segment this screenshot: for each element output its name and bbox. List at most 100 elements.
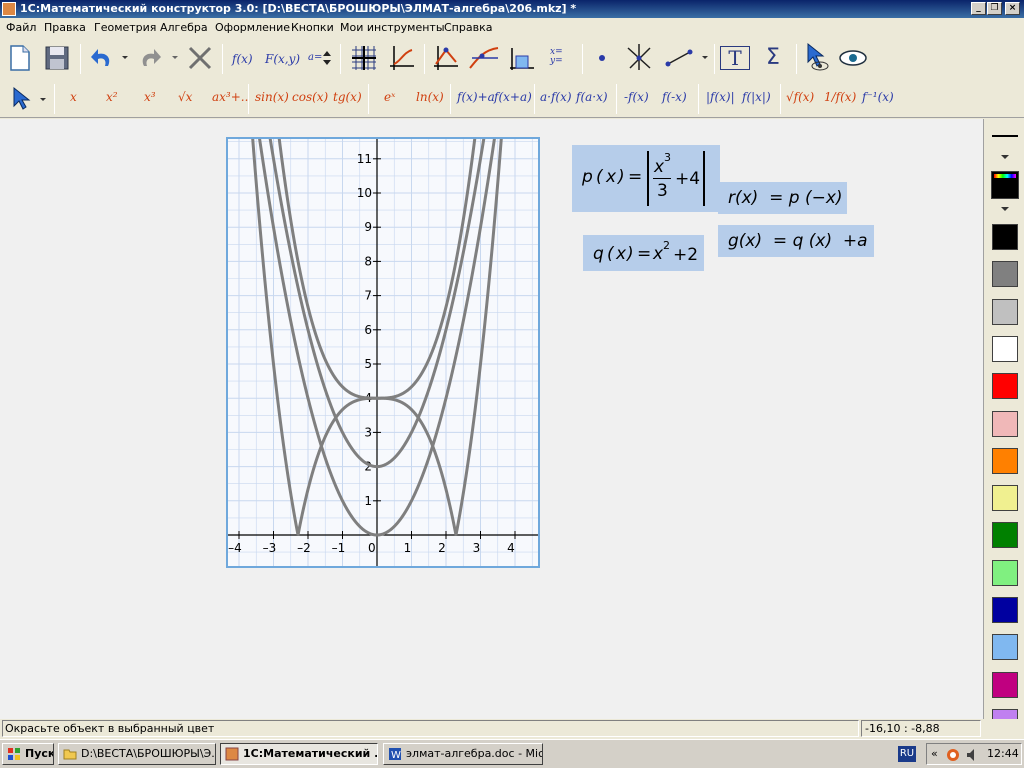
square-function-button[interactable]: x² bbox=[106, 90, 118, 104]
close-button[interactable]: × bbox=[1005, 2, 1020, 15]
minimize-button[interactable]: _ bbox=[971, 2, 986, 15]
abs-function-button[interactable]: |f(x)| bbox=[706, 90, 735, 104]
color-swatch[interactable] bbox=[992, 522, 1018, 549]
save-icon[interactable] bbox=[44, 44, 70, 72]
sigma-icon[interactable]: Σ bbox=[760, 44, 786, 70]
formula-p-lhs-paren-close: ) bbox=[618, 167, 625, 187]
color-swatch[interactable] bbox=[992, 559, 1018, 586]
menu-format[interactable]: Оформление bbox=[215, 21, 290, 34]
restore-button[interactable]: ❐ bbox=[987, 2, 1002, 15]
tan-function-button[interactable]: tg(x) bbox=[333, 90, 362, 104]
delete-icon[interactable] bbox=[186, 44, 214, 72]
redo-icon[interactable] bbox=[136, 46, 164, 72]
menu-algebra[interactable]: Алгебра bbox=[160, 21, 208, 34]
shift-up-button[interactable]: f(x)+a bbox=[457, 90, 495, 104]
y-tick-label: 7 bbox=[364, 289, 372, 303]
function-button[interactable]: f(x) bbox=[232, 52, 253, 66]
color-dropdown-icon[interactable] bbox=[1000, 205, 1010, 213]
implicit-function-button[interactable]: F(x,y) bbox=[265, 52, 300, 66]
color-swatch[interactable] bbox=[992, 597, 1018, 623]
abs-bar-left bbox=[647, 151, 649, 206]
menu-file[interactable]: Файл bbox=[6, 21, 36, 34]
language-indicator[interactable]: RU bbox=[898, 746, 916, 762]
task-explorer[interactable]: D:\ВЕСТА\БРОШЮРЫ\Э... bbox=[58, 743, 216, 765]
segment-dropdown-icon[interactable] bbox=[700, 52, 710, 62]
color-swatch[interactable] bbox=[992, 261, 1018, 288]
integral-area-icon[interactable] bbox=[508, 44, 536, 72]
text-tool-icon[interactable]: T bbox=[720, 46, 750, 70]
line-width-dropdown-icon[interactable] bbox=[1000, 153, 1010, 161]
toolbar-separator bbox=[714, 44, 715, 74]
sqrt-of-function-button[interactable]: √f(x) bbox=[786, 90, 814, 104]
shift-left-button[interactable]: f(x+a) bbox=[494, 90, 532, 104]
x-tick-label: –1 bbox=[332, 541, 346, 555]
color-swatch[interactable] bbox=[992, 485, 1018, 512]
cube-function-button[interactable]: x³ bbox=[144, 90, 156, 104]
task-math-constructor[interactable]: 1С:Математический ... bbox=[220, 743, 378, 765]
color-swatch[interactable] bbox=[992, 224, 1018, 250]
redo-dropdown-icon[interactable] bbox=[170, 52, 180, 62]
polynomial-function-button[interactable]: ax³+.. bbox=[212, 90, 248, 104]
task-word[interactable]: W элмат-алгебра.doc - Mic... bbox=[383, 743, 543, 765]
tray-expand-icon[interactable]: « bbox=[931, 747, 938, 760]
tangent-icon[interactable] bbox=[468, 44, 500, 72]
formula-r[interactable]: r(x) = p (−x) bbox=[718, 182, 847, 214]
formula-q[interactable]: q ( x ) = x 2 +2 bbox=[583, 235, 704, 271]
menu-edit[interactable]: Правка bbox=[44, 21, 86, 34]
formula-p[interactable]: p ( x ) = x 3 3 +4 bbox=[572, 145, 720, 212]
current-color-picker[interactable] bbox=[991, 171, 1019, 199]
intersection-icon[interactable] bbox=[624, 42, 654, 72]
menu-help[interactable]: Справка bbox=[444, 21, 492, 34]
ln-function-button[interactable]: ln(x) bbox=[416, 90, 444, 104]
color-swatch[interactable] bbox=[992, 634, 1018, 661]
sqrt-function-button[interactable]: √x bbox=[178, 90, 192, 104]
menu-geometry[interactable]: Геометрия bbox=[94, 21, 156, 34]
menu-buttons[interactable]: Кнопки bbox=[291, 21, 334, 34]
color-swatch[interactable] bbox=[992, 447, 1018, 474]
formula-g[interactable]: g(x) = q (x) +a bbox=[718, 225, 874, 257]
speaker-icon[interactable] bbox=[965, 747, 981, 763]
select-dropdown-icon[interactable] bbox=[38, 94, 48, 104]
undo-icon[interactable] bbox=[88, 46, 116, 72]
coordinate-axes-icon[interactable] bbox=[388, 44, 416, 72]
y-tick-label: 8 bbox=[364, 254, 372, 268]
segment-icon[interactable] bbox=[664, 46, 696, 70]
fraction-bar bbox=[653, 178, 671, 179]
color-swatch[interactable] bbox=[992, 298, 1018, 325]
grid-icon[interactable] bbox=[350, 44, 378, 72]
eye-icon[interactable] bbox=[838, 46, 868, 70]
abs-bar-right bbox=[703, 151, 705, 206]
start-button[interactable]: Пуск bbox=[2, 743, 54, 765]
parametric-button[interactable]: x= y= bbox=[550, 48, 563, 66]
menu-my-tools[interactable]: Мои инструменты bbox=[340, 21, 445, 34]
color-swatch[interactable] bbox=[992, 410, 1018, 437]
color-swatch[interactable] bbox=[992, 335, 1018, 362]
status-message: Окрасьте объект в выбранный цвет bbox=[2, 720, 859, 737]
abs-argument-button[interactable]: f(|x|) bbox=[742, 90, 771, 104]
new-file-icon[interactable] bbox=[8, 44, 32, 72]
undo-dropdown-icon[interactable] bbox=[120, 52, 130, 62]
parameter-button[interactable]: a= bbox=[308, 52, 322, 63]
line-width-sample[interactable] bbox=[992, 135, 1018, 137]
spinner-icon[interactable] bbox=[322, 50, 332, 66]
inverse-function-button[interactable]: f⁻¹(x) bbox=[862, 90, 894, 104]
reciprocal-function-button[interactable]: 1/f(x) bbox=[824, 90, 856, 104]
formula-p-numerator: x bbox=[654, 157, 665, 177]
reflect-x-button[interactable]: -f(x) bbox=[624, 90, 649, 104]
show-hide-cursor-icon[interactable] bbox=[804, 42, 830, 72]
tray-app-icon[interactable] bbox=[945, 747, 961, 763]
point-icon[interactable] bbox=[594, 50, 610, 66]
exp-function-button[interactable]: eˣ bbox=[384, 90, 395, 104]
cos-function-button[interactable]: cos(x) bbox=[292, 90, 328, 104]
sin-function-button[interactable]: sin(x) bbox=[255, 90, 289, 104]
reflect-y-button[interactable]: f(-x) bbox=[662, 90, 687, 104]
graph-canvas[interactable]: –4 –3 –2 –1 0 1 2 3 41234567891011 bbox=[221, 90, 538, 566]
graph-point-icon[interactable] bbox=[432, 44, 460, 72]
color-swatch[interactable] bbox=[992, 373, 1018, 400]
color-swatch[interactable] bbox=[992, 671, 1018, 698]
select-arrow-icon[interactable] bbox=[10, 86, 32, 110]
coordinate-plane[interactable]: –4 –3 –2 –1 0 1 2 3 4 1 2 3 4 5 6 7 8 9 10 11 bbox=[221, 90, 540, 568]
stretch-x-button[interactable]: f(a·x) bbox=[576, 90, 608, 104]
stretch-y-button[interactable]: a·f(x) bbox=[540, 90, 572, 104]
linear-function-button[interactable]: x bbox=[70, 90, 77, 104]
